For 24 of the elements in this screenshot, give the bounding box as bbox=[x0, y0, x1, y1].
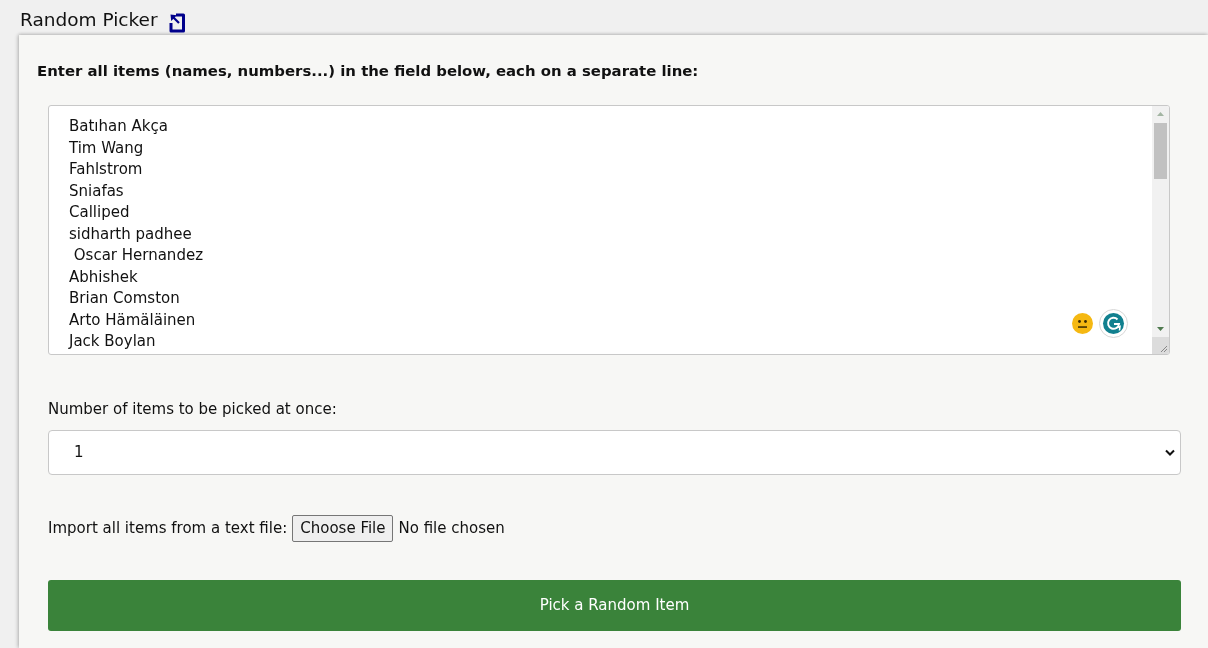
item-line: Calliped bbox=[69, 202, 130, 223]
chevron-down-icon bbox=[1165, 449, 1175, 456]
item-line: Tim Wang bbox=[69, 137, 144, 159]
file-status-text: No file chosen bbox=[398, 518, 505, 540]
item-line: Batıhan Akça bbox=[69, 116, 168, 137]
item-line: Oscar Hernandez bbox=[72, 245, 203, 266]
scrollbar[interactable] bbox=[1152, 106, 1169, 354]
item-line: Abhishek bbox=[69, 266, 138, 288]
arrow-box-icon[interactable] bbox=[167, 11, 186, 33]
item-line: Arto Hämäläinen bbox=[69, 309, 196, 331]
items-textarea[interactable]: Batıhan Akça Tim Wang Fahlstrom Sniafas Calliped sidharth padhee Oscar Hernandez Abhishek Brian Comston Arto Hämäläinen Jack Boylan bbox=[48, 105, 1170, 355]
item-line: Fahlstrom bbox=[69, 159, 143, 180]
choose-file-button[interactable]: Choose File bbox=[292, 515, 394, 542]
count-label: Number of items to be picked at once: bbox=[48, 400, 337, 419]
item-line: Brian Comston bbox=[69, 288, 180, 309]
neutral-face-icon[interactable] bbox=[1072, 313, 1093, 334]
pick-random-button[interactable]: Pick a Random Item bbox=[48, 580, 1181, 631]
item-line: sidharth padhee bbox=[69, 223, 192, 245]
item-line: Jack Boylan bbox=[69, 331, 156, 352]
count-select[interactable]: 1 bbox=[48, 430, 1181, 475]
instructions-text: Enter all items (names, numbers...) in the field below, each on a separate line: bbox=[37, 62, 699, 81]
import-label: Import all items from a text file: bbox=[48, 518, 288, 540]
page-title: Random Picker bbox=[20, 8, 158, 32]
item-line: Sniafas bbox=[69, 180, 124, 202]
